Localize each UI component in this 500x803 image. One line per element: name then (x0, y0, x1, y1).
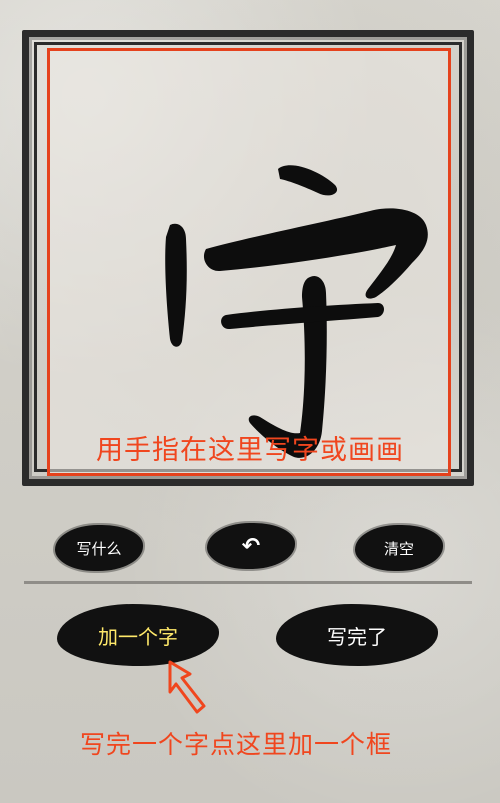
section-divider (24, 581, 472, 584)
add-frame-hint: 写完一个字点这里加一个框 (80, 730, 393, 759)
undo-arrow-icon: ↶ (241, 533, 261, 559)
finish-button[interactable]: 写完了 (276, 604, 438, 666)
handwritten-character (165, 165, 428, 458)
add-character-button[interactable]: 加一个字 (57, 604, 219, 666)
drawing-canvas[interactable] (47, 48, 451, 476)
pointer-arrow-icon (168, 660, 206, 714)
canvas-instruction: 用手指在这里写字或画画 (96, 435, 404, 466)
